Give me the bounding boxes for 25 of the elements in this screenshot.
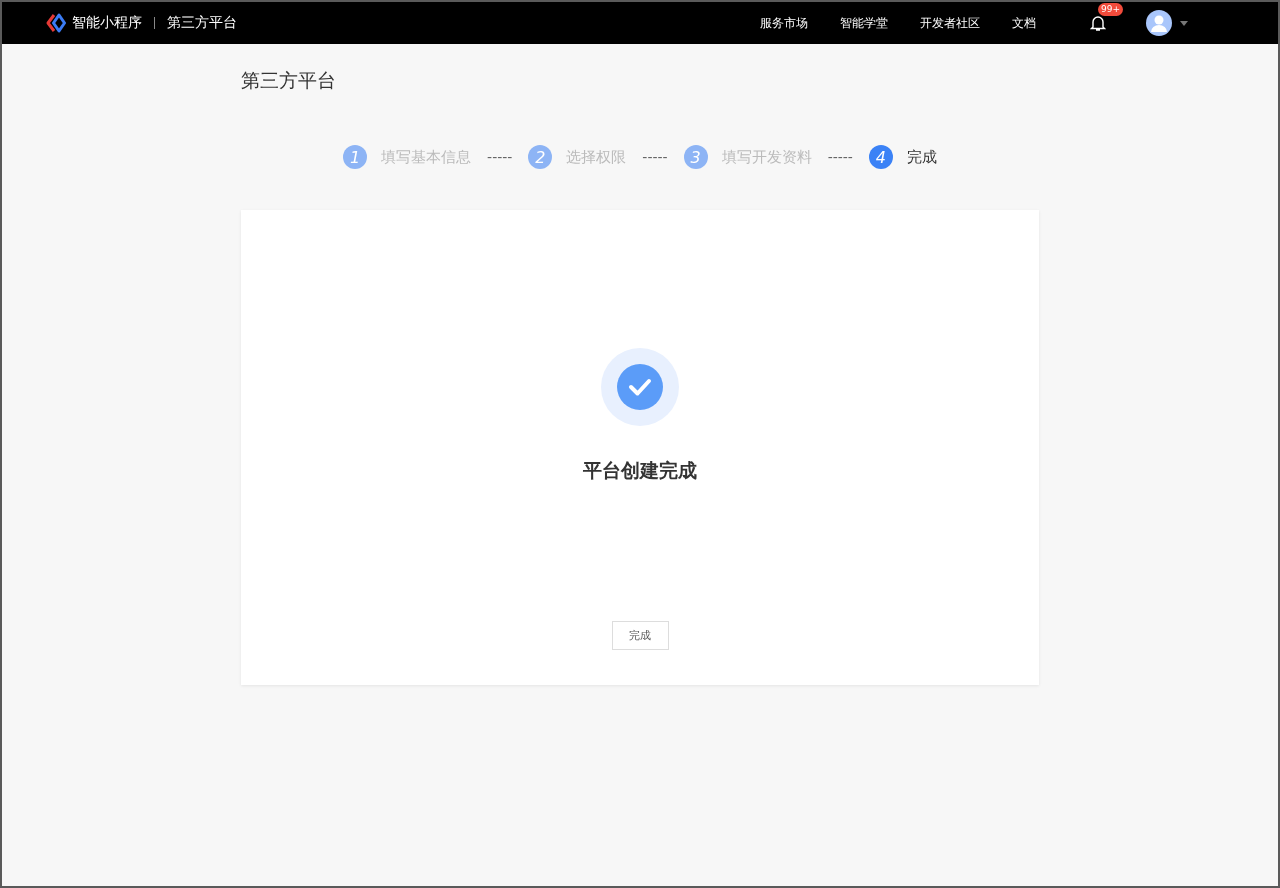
step-number: 1: [343, 145, 368, 169]
step-separator: -----: [487, 149, 513, 165]
bell-icon[interactable]: [1090, 14, 1106, 32]
nav-link[interactable]: 开发者社区: [920, 14, 980, 32]
step-number: 4: [868, 145, 893, 169]
nav-link[interactable]: 智能学堂: [840, 14, 888, 32]
section-name[interactable]: 第三方平台: [167, 14, 237, 32]
step-label: 填写基本信息: [381, 147, 472, 167]
nav-link[interactable]: 文档: [1012, 14, 1036, 32]
notification-badge: 99+: [1098, 3, 1123, 16]
page-title: 第三方平台: [241, 68, 337, 93]
step-label: 填写开发资料: [721, 147, 812, 167]
finish-button[interactable]: 完成: [611, 621, 669, 650]
step-number: 2: [528, 145, 553, 169]
caret-icon[interactable]: [1180, 20, 1188, 26]
step-label: 完成: [906, 147, 937, 167]
brand-name[interactable]: 智能小程序: [72, 14, 142, 32]
step-separator: -----: [827, 149, 853, 165]
avatar-icon[interactable]: [1146, 10, 1172, 36]
step-number: 3: [683, 145, 708, 169]
nav-link[interactable]: 服务市场: [760, 14, 808, 32]
logo-icon: [46, 13, 66, 33]
step-label: 选择权限: [566, 147, 627, 167]
success-message: 平台创建完成: [583, 458, 697, 483]
step-separator: -----: [642, 149, 668, 165]
